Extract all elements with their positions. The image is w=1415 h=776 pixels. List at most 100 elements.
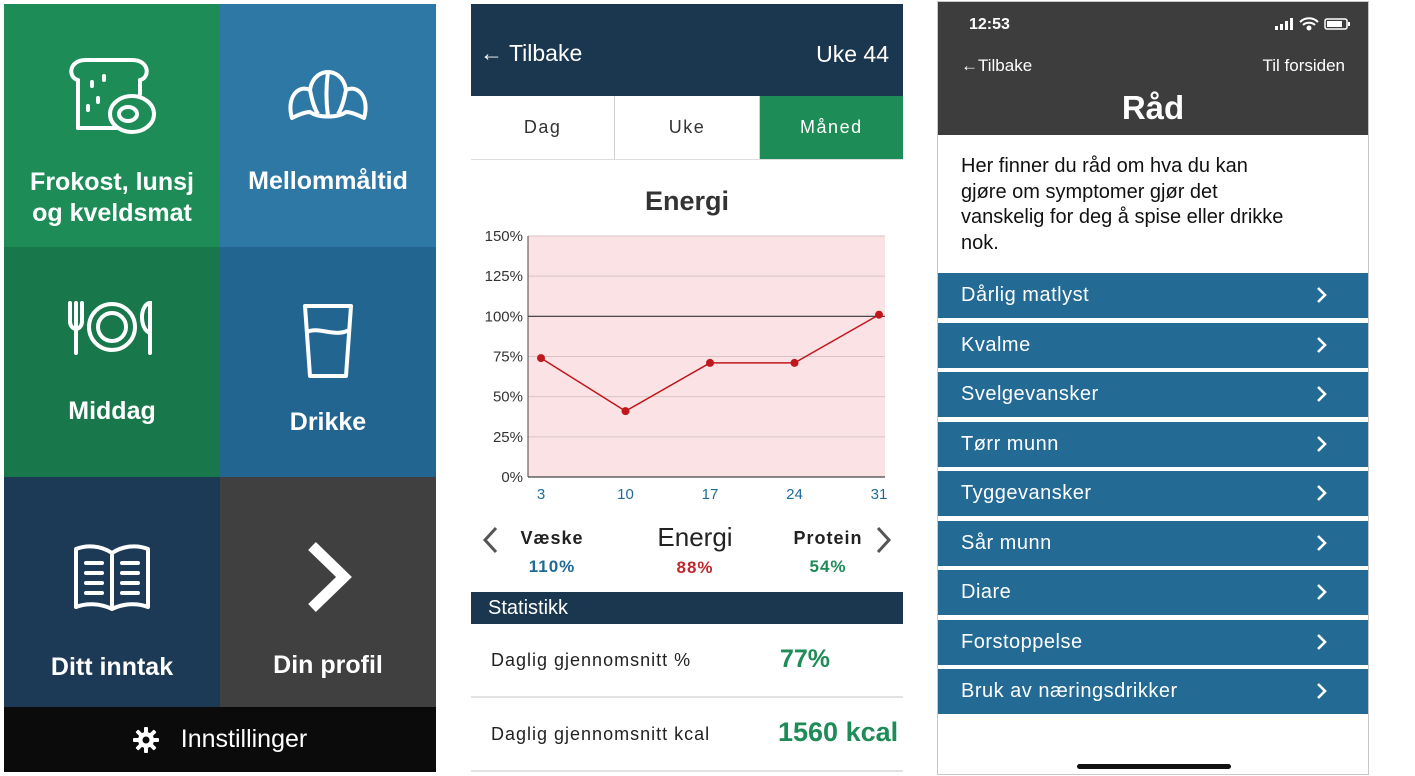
advice-item-label: Dårlig matlyst [961,284,1090,306]
home-link[interactable]: Til forsiden [1262,56,1345,76]
next-arrow-icon[interactable] [875,525,893,555]
chevron-right-icon [1317,534,1327,551]
advice-item[interactable]: Dårlig matlyst [938,273,1368,318]
data-point [875,310,883,319]
glass-icon [303,304,353,378]
bread-cheese-icon [69,58,156,134]
advice-item-label: Tørr munn [961,432,1059,455]
status-icons [1275,17,1350,31]
chevron-right-icon [1317,435,1327,452]
data-point [621,407,630,416]
energy-screen: ← Tilbake Uke 44 Dag Uke Måned Energi 0%… [471,4,903,772]
chevron-right-icon [1317,287,1327,303]
chevron-right-icon [1317,633,1327,650]
page-title: Råd [1121,89,1185,126]
y-tick-label: 50% [493,389,523,406]
advice-item[interactable]: Forstoppelse [938,619,1368,665]
x-tick-label: 31 [871,486,888,503]
period-tabs: Dag Uke Måned [471,96,903,160]
advice-item-label: Kvalme [961,333,1031,356]
stat-value: 77% [780,645,831,673]
statistics-header: Statistikk [471,592,903,624]
y-tick-label: 150% [485,228,523,245]
signal-icon [1275,18,1293,30]
chevron-right-icon [1317,584,1327,600]
tile-label: Mellommåltid [248,167,408,195]
nutrient-name: Væske [520,528,584,548]
tile-middag[interactable]: Middag [4,247,220,477]
y-tick-label: 0% [501,469,523,486]
stat-row: Daglig gjennomsnitt kcal 1560 kcal [471,698,903,772]
tile-drikke[interactable]: Drikke [220,247,436,477]
nutrient-name: Protein [793,528,863,548]
tile-frokost-lunsj-kveldsmat[interactable]: Frokost, lunsj og kveldsmat [4,4,220,247]
home-indicator[interactable] [1077,764,1231,769]
x-tick-label: 10 [617,486,634,503]
nutrient-vaeske[interactable]: Væske 110% [492,528,612,577]
tab-dag[interactable]: Dag [471,96,616,159]
settings-label: Innstillinger [180,725,308,753]
advice-item-label: Tyggevansker [961,482,1092,504]
data-point [790,358,799,367]
chevron-right-icon [1317,683,1327,699]
tile-ditt-inntak[interactable]: Ditt inntak [4,477,220,707]
chevron-right-icon [1317,485,1327,501]
y-tick-label: 25% [493,429,523,446]
tile-label: Din profil [273,651,383,679]
advice-item-label: Sår munn [961,531,1052,554]
advice-item[interactable]: Svelgevansker [938,372,1368,417]
nutrient-value: 110% [528,557,576,576]
nutrient-name: Energi [657,522,733,552]
stat-label: Daglig gjennomsnitt % [491,650,692,670]
chevron-right-icon [1317,386,1327,402]
data-point [537,354,545,363]
advice-item[interactable]: Sår munn [938,520,1368,566]
tab-uke[interactable]: Uke [615,96,760,159]
x-tick-label: 17 [702,486,719,503]
tile-label: Ditt inntak [50,653,174,681]
intro-text: Her finner du råd om hva du kan gjøre om… [961,154,1351,256]
advice-item[interactable]: Tyggevansker [938,471,1368,516]
home-screen: Frokost, lunsj og kveldsmat Mellommåltid… [4,4,436,772]
nutrient-value: 88% [676,558,714,577]
back-button[interactable]: ← Tilbake [480,40,582,67]
advice-item-label: Diare [961,581,1012,603]
book-icon [74,544,150,611]
nutrient-protein[interactable]: Protein 54% [768,528,888,577]
plate-cutlery-icon [68,300,152,355]
advice-item-label: Forstoppelse [961,630,1083,653]
tile-label: Middag [68,397,156,425]
intro-line: nok. [961,231,999,254]
tile-label: Drikke [289,408,367,436]
intro-line: vanskelig for deg å spise eller drikke [961,206,1284,228]
tile-label: og kveldsmat [32,199,192,227]
advice-item[interactable]: Kvalme [938,322,1368,368]
tile-label: Frokost, lunsj [30,168,194,196]
advice-item[interactable]: Diare [938,570,1368,615]
tile-din-profil[interactable]: Din profil [220,477,436,707]
advice-item[interactable]: Bruk av næringsdrikker [938,669,1368,714]
settings-button[interactable]: Innstillinger [4,707,436,772]
back-button[interactable]: ←Tilbake [961,56,1032,76]
wifi-icon [1299,17,1319,31]
week-label: Uke 44 [816,41,889,67]
tile-mellommaltid[interactable]: Mellommåltid [220,4,436,247]
chevron-right-icon [1317,336,1327,353]
y-tick-label: 100% [485,308,523,325]
advice-item-label: Svelgevansker [961,383,1099,405]
y-tick-label: 125% [485,268,523,285]
header: ← Tilbake Uke 44 [471,4,903,96]
battery-icon [1324,18,1350,30]
data-point [706,358,714,367]
nutrient-energi[interactable]: Energi 88% [635,522,755,578]
stat-value: 1560 kcal [778,717,899,747]
stat-row: Daglig gjennomsnitt % 77% [471,624,903,698]
advice-item[interactable]: Tørr munn [938,421,1368,467]
tab-maned[interactable]: Måned [759,96,903,159]
intro-line: gjøre om symptomer gjør det [961,180,1218,203]
energy-chart: 0% 25% 50% 75% 100% 125% 150% 3 10 17 24 31 [485,228,888,503]
header: 12:53 ←Tilbake Til forsiden Råd [938,2,1368,135]
x-tick-label: 24 [786,486,803,503]
stat-label: Daglig gjennomsnitt kcal [491,724,711,744]
chevron-right-icon [308,542,352,612]
